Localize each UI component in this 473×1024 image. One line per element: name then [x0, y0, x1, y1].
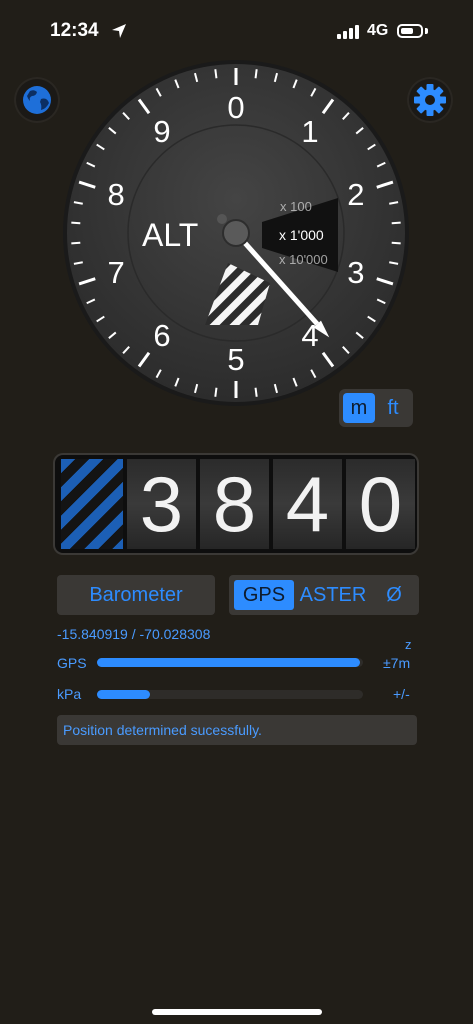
unit-toggle: m ft — [339, 389, 413, 427]
source-aster-button[interactable]: ASTER — [299, 580, 367, 610]
minor-tick — [214, 69, 218, 79]
minor-tick — [254, 69, 258, 79]
gauge-numeral: 0 — [227, 90, 244, 125]
source-gps-button[interactable]: GPS — [234, 580, 294, 610]
needle-hub — [222, 219, 250, 247]
pressure-track — [97, 690, 363, 699]
gauge-numeral: 9 — [153, 114, 170, 149]
pressure-value: +/- — [393, 686, 410, 702]
counter-digit: 8 — [200, 459, 269, 549]
unit-feet-button[interactable]: ft — [377, 393, 409, 423]
altitude-counter: 3 8 4 0 — [55, 455, 417, 553]
gauge-numeral: 6 — [153, 318, 170, 353]
status-message: Position determined sucessfully. — [57, 715, 417, 745]
gps-accuracy-value: ±7m — [383, 655, 411, 671]
counter-digit: 4 — [273, 459, 342, 549]
settings-button[interactable] — [407, 77, 453, 123]
multiplier-current: x 1'000 — [279, 227, 324, 243]
gauge-numeral: 1 — [301, 114, 318, 149]
gear-icon — [414, 84, 446, 116]
gps-accuracy-track — [97, 658, 363, 667]
gauge-label: ALT — [142, 217, 198, 253]
gauge-numeral: 3 — [347, 255, 364, 290]
gps-accuracy-bar — [97, 658, 361, 667]
gauge-numeral: 7 — [108, 255, 125, 290]
pressure-bar — [97, 690, 151, 699]
source-selector: GPS ASTER Ø — [229, 575, 419, 615]
globe-button[interactable] — [14, 77, 60, 123]
source-none-button[interactable]: Ø — [377, 580, 411, 610]
gauge-numeral: 5 — [227, 342, 244, 377]
minor-tick — [254, 387, 258, 397]
unit-meters-button[interactable]: m — [343, 393, 375, 423]
minor-tick — [71, 221, 81, 225]
counter-blank-digit — [61, 459, 123, 549]
counter-digit: 0 — [346, 459, 415, 549]
minor-tick — [71, 241, 81, 245]
needle-pin — [217, 214, 227, 224]
gauge-numeral: 8 — [108, 177, 125, 212]
globe-icon — [23, 86, 51, 114]
home-indicator[interactable] — [152, 1009, 322, 1015]
barometer-button[interactable]: Barometer — [57, 575, 215, 615]
minor-tick — [391, 221, 401, 225]
gps-label: GPS — [57, 655, 87, 671]
coordinates: -15.840919 / -70.028308 — [57, 626, 211, 642]
minor-tick — [214, 387, 218, 397]
multiplier-upper: x 100 — [280, 199, 312, 214]
gauge-numeral: 2 — [347, 177, 364, 212]
counter-digit: 3 — [127, 459, 196, 549]
multiplier-lower: x 10'000 — [279, 252, 328, 267]
altimeter-gauge: 0123456789 x 100 x 1'000 x 10'000 ALT — [63, 60, 409, 406]
z-label: z — [405, 637, 412, 652]
kpa-label: kPa — [57, 686, 82, 702]
minor-tick — [391, 241, 401, 245]
